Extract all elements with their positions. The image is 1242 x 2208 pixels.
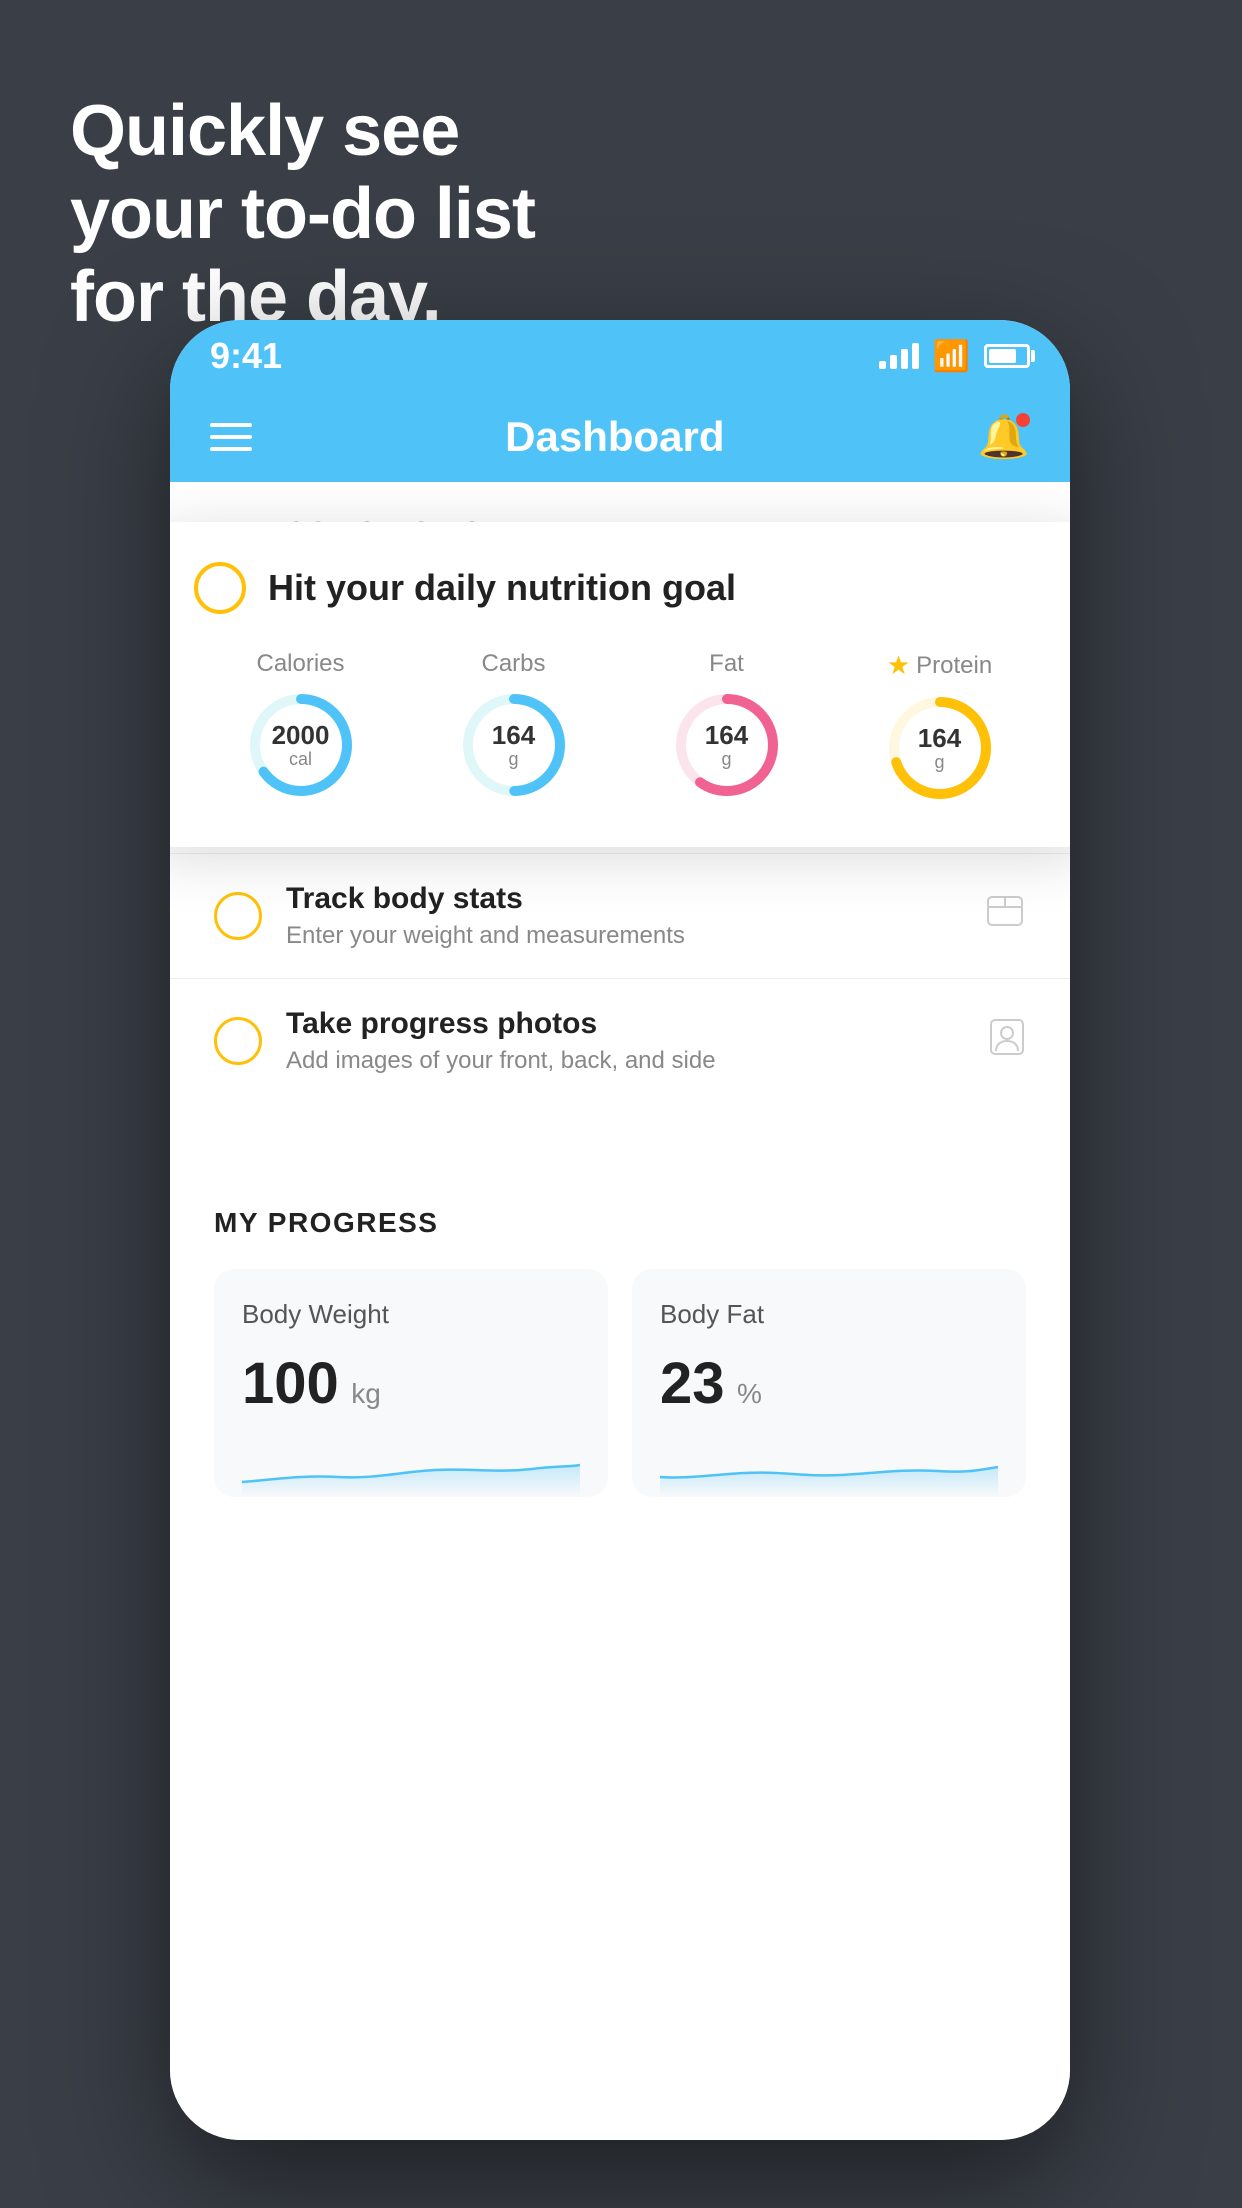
headline: Quickly see your to-do list for the day. — [70, 90, 535, 338]
things-to-do-section: THINGS TO DO TODAY Hit your daily nutrit… — [170, 482, 1070, 1103]
body-fat-value: 23 — [660, 1351, 725, 1416]
carbs-value-center: 164 g — [492, 721, 535, 769]
todo-text-progress-photos: Take progress photos Add images of your … — [286, 1007, 964, 1075]
body-weight-value-row: 100 kg — [242, 1350, 580, 1417]
carbs-label: Carbs — [481, 650, 545, 678]
todo-title-progress-photos: Take progress photos — [286, 1007, 964, 1041]
body-weight-card[interactable]: Body Weight 100 kg — [214, 1269, 608, 1497]
battery-icon — [984, 344, 1030, 368]
body-weight-unit: kg — [351, 1378, 381, 1409]
body-fat-unit: % — [737, 1378, 762, 1409]
status-icons: 📶 — [879, 339, 1030, 374]
body-weight-chart — [242, 1437, 580, 1497]
headline-line2: your to-do list — [70, 174, 535, 254]
body-fat-card-title: Body Fat — [660, 1299, 998, 1330]
phone-shell: 9:41 📶 Dashboard 🔔 — [170, 320, 1070, 2140]
todo-subtitle-progress-photos: Add images of your front, back, and side — [286, 1047, 964, 1075]
body-fat-card[interactable]: Body Fat 23 % — [632, 1269, 1026, 1497]
calories-donut: 2000 cal — [246, 690, 356, 800]
fat-donut: 164 g — [672, 690, 782, 800]
status-bar: 9:41 📶 — [170, 320, 1070, 392]
fat-item: Fat 164 g — [672, 650, 782, 800]
star-icon: ★ — [887, 650, 910, 681]
todo-circle-track-body — [214, 892, 262, 940]
todo-circle-progress-photos — [214, 1017, 262, 1065]
protein-item: ★ Protein 164 g — [885, 650, 995, 803]
body-fat-value-row: 23 % — [660, 1350, 998, 1417]
wifi-icon: 📶 — [933, 339, 970, 374]
protein-label: ★ Protein — [887, 650, 992, 681]
body-weight-card-title: Body Weight — [242, 1299, 580, 1330]
notification-dot — [1016, 413, 1030, 427]
calories-value-center: 2000 cal — [272, 721, 330, 769]
status-time: 9:41 — [210, 335, 282, 377]
calories-label: Calories — [256, 650, 344, 678]
todo-title-track-body: Track body stats — [286, 882, 960, 916]
headline-line1: Quickly see — [70, 91, 459, 171]
scale-icon — [984, 893, 1026, 940]
carbs-item: Carbs 164 g — [459, 650, 569, 800]
card-header: Hit your daily nutrition goal — [194, 562, 1046, 614]
carbs-donut: 164 g — [459, 690, 569, 800]
notification-bell-icon[interactable]: 🔔 — [978, 413, 1030, 462]
nav-title: Dashboard — [505, 413, 724, 461]
nutrition-goal-circle[interactable] — [194, 562, 246, 614]
body-weight-value: 100 — [242, 1351, 339, 1416]
todo-text-track-body: Track body stats Enter your weight and m… — [286, 882, 960, 950]
signal-bars-icon — [879, 343, 919, 369]
protein-value-center: 164 g — [918, 724, 961, 772]
phone-content: THINGS TO DO TODAY Hit your daily nutrit… — [170, 482, 1070, 2140]
fat-value-center: 164 g — [705, 721, 748, 769]
hamburger-menu-button[interactable] — [210, 423, 252, 451]
nutrition-goal-title: Hit your daily nutrition goal — [268, 567, 736, 609]
nav-bar: Dashboard 🔔 — [170, 392, 1070, 482]
nutrition-row: Calories 2000 cal — [194, 650, 1046, 803]
progress-section: MY PROGRESS Body Weight 100 kg — [170, 1163, 1070, 1527]
todo-subtitle-track-body: Enter your weight and measurements — [286, 922, 960, 950]
fat-label: Fat — [709, 650, 744, 678]
protein-donut: 164 g — [885, 693, 995, 803]
progress-section-title: MY PROGRESS — [214, 1207, 1026, 1239]
todo-item-track-body-stats[interactable]: Track body stats Enter your weight and m… — [170, 853, 1070, 978]
body-fat-chart — [660, 1437, 998, 1497]
todo-item-progress-photos[interactable]: Take progress photos Add images of your … — [170, 978, 1070, 1103]
nutrition-card: Hit your daily nutrition goal Calories — [170, 522, 1070, 847]
progress-cards: Body Weight 100 kg — [214, 1269, 1026, 1497]
calories-item: Calories 2000 cal — [246, 650, 356, 800]
person-photo-icon — [988, 1017, 1026, 1066]
